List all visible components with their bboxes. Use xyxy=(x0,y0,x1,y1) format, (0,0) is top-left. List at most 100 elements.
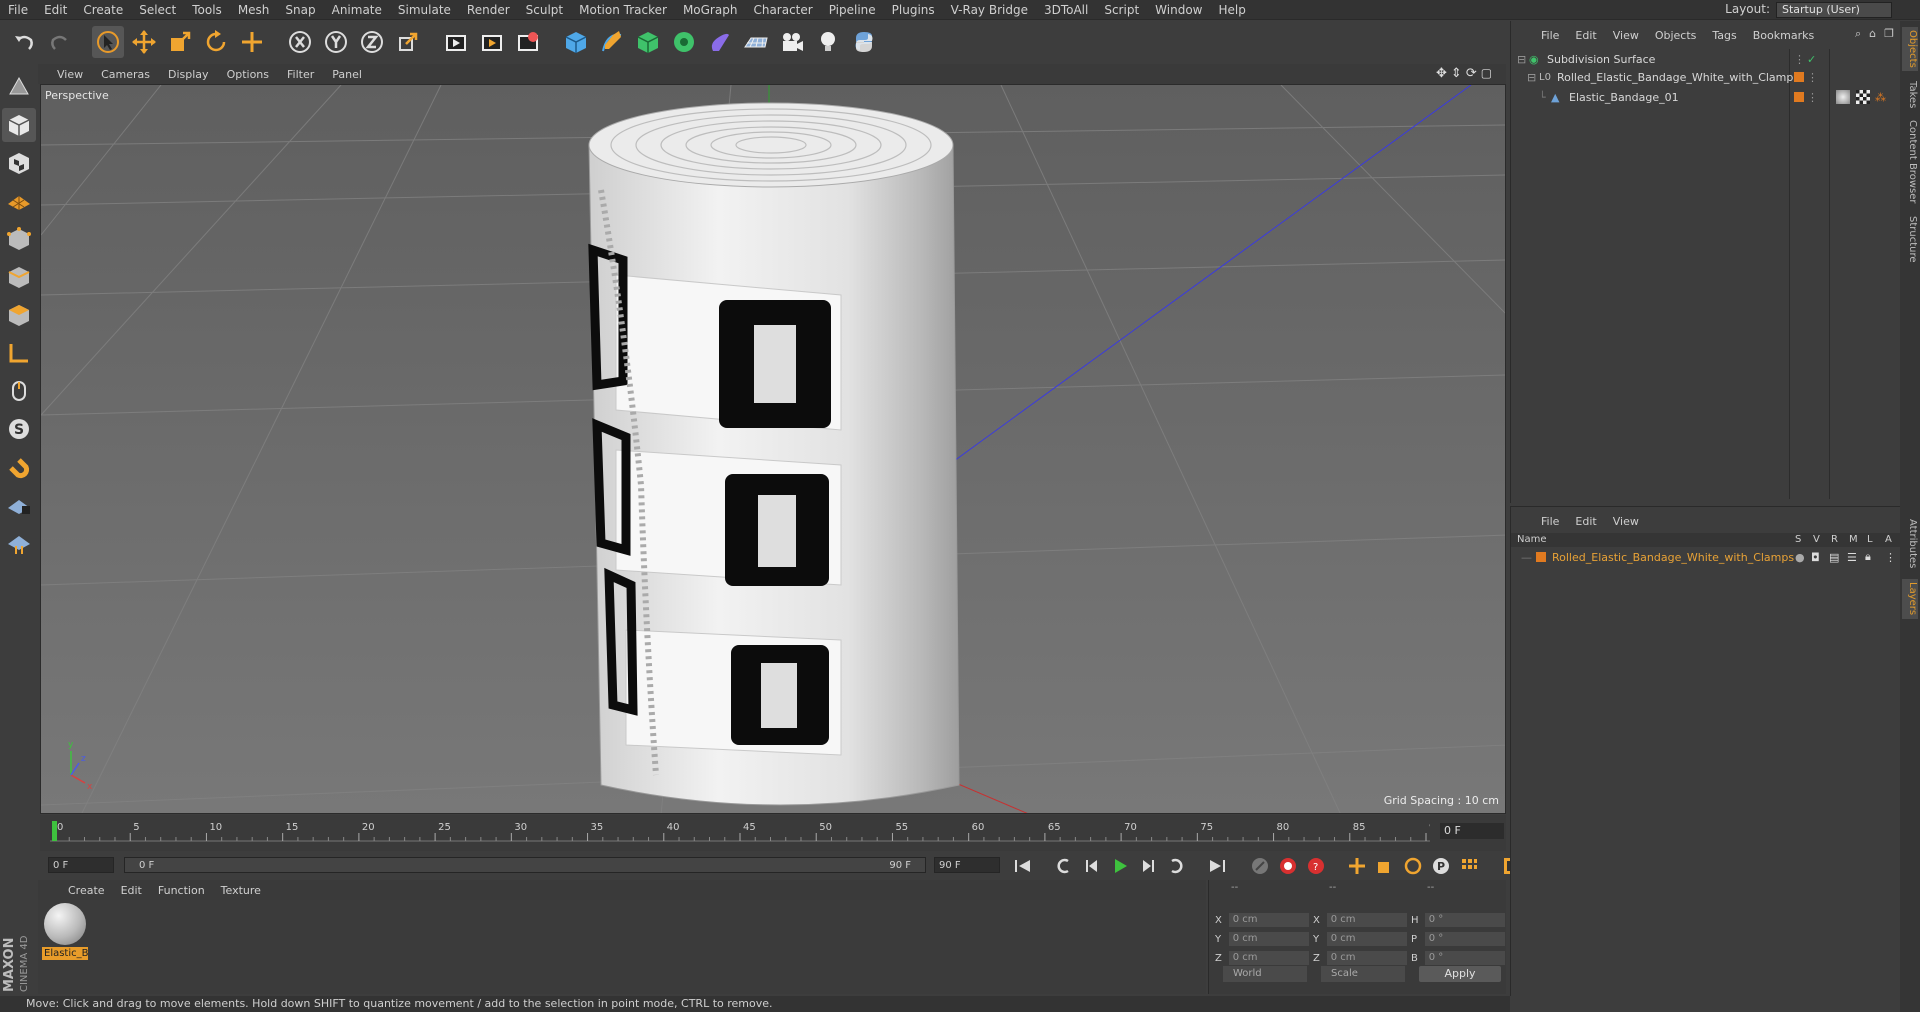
viewport-menu-cameras[interactable]: Cameras xyxy=(92,68,159,81)
go-to-end-icon[interactable] xyxy=(1204,853,1229,878)
layer-header-solo[interactable]: S xyxy=(1795,533,1801,547)
workplane-icon[interactable] xyxy=(2,184,36,218)
make-editable-icon[interactable] xyxy=(2,70,36,104)
viewport-menu-options[interactable]: Options xyxy=(218,68,278,81)
camera-icon[interactable] xyxy=(776,26,808,58)
object-menu-tags[interactable]: Tags xyxy=(1704,29,1744,42)
layer-header-locked[interactable]: L xyxy=(1867,533,1873,547)
material-swatch[interactable]: Elastic_B xyxy=(38,900,92,962)
tab-content-browser[interactable]: Content Browser xyxy=(1902,119,1918,205)
menu-character[interactable]: Character xyxy=(745,0,820,20)
coordinate-system-dropdown[interactable]: World xyxy=(1223,966,1307,982)
tweak-icon[interactable] xyxy=(2,374,36,408)
material-menu-create[interactable]: Create xyxy=(60,884,113,897)
menu-mesh[interactable]: Mesh xyxy=(230,0,278,20)
lock-icon[interactable]: 🔒︎ xyxy=(1865,550,1871,564)
magnet-icon[interactable] xyxy=(2,450,36,484)
3d-viewport[interactable]: y x z Perspective Grid Spacing : 10 cm xyxy=(40,84,1506,814)
position-y-field[interactable]: 0 cm xyxy=(1228,932,1309,946)
light-icon[interactable] xyxy=(812,26,844,58)
rotation-p-field[interactable]: 0 ° xyxy=(1424,932,1505,946)
record-keyframes-icon[interactable] xyxy=(1247,853,1272,878)
previous-frame-icon[interactable] xyxy=(1079,853,1104,878)
size-z-field[interactable]: 0 cm xyxy=(1326,951,1407,965)
layer-row[interactable]: — Rolled_Elastic_Bandage_White_with_Clam… xyxy=(1511,549,1901,565)
layer-color-swatch[interactable] xyxy=(1794,92,1804,102)
key-position-icon[interactable] xyxy=(1344,853,1369,878)
menu-mograph[interactable]: MoGraph xyxy=(675,0,746,20)
grid-lock-icon[interactable] xyxy=(2,488,36,522)
object-name[interactable]: Rolled_Elastic_Bandage_White_with_Clamps xyxy=(1557,71,1799,84)
tab-layers[interactable]: Layers xyxy=(1902,579,1918,619)
size-y-field[interactable]: 0 cm xyxy=(1326,932,1407,946)
cube-object-icon[interactable] xyxy=(560,26,592,58)
collapse-icon[interactable]: ⊟ xyxy=(1517,53,1527,66)
object-row[interactable]: ⊟ ◉ Subdivision Surface ⋮ ✓ xyxy=(1511,50,1901,68)
tab-takes[interactable]: Takes xyxy=(1902,77,1918,113)
polygons-mode-icon[interactable] xyxy=(2,298,36,332)
menu-select[interactable]: Select xyxy=(131,0,184,20)
dolly-icon[interactable]: ⇕ xyxy=(1451,66,1462,81)
autokeying-icon[interactable] xyxy=(1275,853,1300,878)
model-mode-icon[interactable] xyxy=(2,108,36,142)
tab-objects[interactable]: Objects xyxy=(1902,27,1918,71)
x-axis-icon[interactable] xyxy=(284,26,316,58)
render-icon[interactable]: ▤ xyxy=(1829,551,1839,564)
pan-icon[interactable]: ✥ xyxy=(1436,66,1447,81)
viewport-menu-display[interactable]: Display xyxy=(159,68,218,81)
layer-header-animation[interactable]: A xyxy=(1885,533,1892,547)
visibility-dots-icon[interactable]: ⋮ xyxy=(1794,53,1805,66)
current-frame-field[interactable]: 0 F xyxy=(1440,823,1504,839)
texture-mode-icon[interactable] xyxy=(2,146,36,180)
menu-help[interactable]: Help xyxy=(1210,0,1253,20)
object-menu-file[interactable]: File xyxy=(1533,29,1567,42)
menu-tools[interactable]: Tools xyxy=(184,0,230,20)
move-icon[interactable] xyxy=(128,26,160,58)
rotation-h-field[interactable]: 0 ° xyxy=(1424,913,1505,927)
maximize-viewport-icon[interactable]: ▢ xyxy=(1481,66,1492,81)
coordinate-system-icon[interactable] xyxy=(392,26,424,58)
edges-mode-icon[interactable] xyxy=(2,260,36,294)
play-icon[interactable] xyxy=(1107,853,1132,878)
redo-icon[interactable] xyxy=(44,26,76,58)
menu-animate[interactable]: Animate xyxy=(324,0,390,20)
rotation-b-field[interactable]: 0 ° xyxy=(1424,951,1505,965)
menu-file[interactable]: File xyxy=(0,0,36,20)
manager-icon[interactable]: ☰ xyxy=(1847,551,1857,564)
end-frame-field[interactable]: 90 F xyxy=(934,857,1000,873)
layer-header-render[interactable]: R xyxy=(1831,533,1838,547)
material-tag-icon[interactable] xyxy=(1836,90,1850,104)
object-menu-objects[interactable]: Objects xyxy=(1647,29,1705,42)
menu-motion-tracker[interactable]: Motion Tracker xyxy=(571,0,675,20)
material-menu-function[interactable]: Function xyxy=(150,884,213,897)
material-menu-texture[interactable]: Texture xyxy=(213,884,269,897)
layer-name[interactable]: Rolled_Elastic_Bandage_White_with_Clamps xyxy=(1552,551,1794,564)
object-menu-bookmarks[interactable]: Bookmarks xyxy=(1745,29,1822,42)
key-scale-icon[interactable] xyxy=(1372,853,1397,878)
tab-attributes[interactable]: Attributes xyxy=(1902,515,1918,573)
solo-dot-icon[interactable]: ● xyxy=(1795,551,1805,564)
render-view-icon[interactable] xyxy=(440,26,472,58)
layer-menu-edit[interactable]: Edit xyxy=(1567,515,1604,528)
frame-range-slider[interactable]: 0 F 90 F xyxy=(124,857,926,873)
previous-keyframe-icon[interactable] xyxy=(1051,853,1076,878)
apply-button[interactable]: Apply xyxy=(1419,966,1501,982)
menu-render[interactable]: Render xyxy=(459,0,518,20)
layer-header-manager[interactable]: M xyxy=(1849,533,1858,547)
menu-script[interactable]: Script xyxy=(1096,0,1147,20)
viewport-menu-panel[interactable]: Panel xyxy=(323,68,371,81)
viewport-camera-label[interactable]: Perspective xyxy=(45,89,109,102)
rotate-icon[interactable] xyxy=(200,26,232,58)
menu-plugins[interactable]: Plugins xyxy=(884,0,943,20)
y-axis-icon[interactable] xyxy=(320,26,352,58)
menu-snap[interactable]: Snap xyxy=(277,0,323,20)
layer-menu-view[interactable]: View xyxy=(1605,515,1647,528)
points-mode-icon[interactable] xyxy=(2,222,36,256)
layout-dropdown[interactable]: Startup (User) xyxy=(1776,2,1892,18)
animation-icon[interactable]: ⋮ xyxy=(1885,551,1896,564)
object-row[interactable]: ⊟ L0 Rolled_Elastic_Bandage_White_with_C… xyxy=(1511,68,1901,86)
python-icon[interactable] xyxy=(848,26,880,58)
object-name[interactable]: Elastic_Bandage_01 xyxy=(1569,91,1679,104)
uvw-tag-icon[interactable] xyxy=(1856,90,1870,104)
layer-menu-file[interactable]: File xyxy=(1533,515,1567,528)
